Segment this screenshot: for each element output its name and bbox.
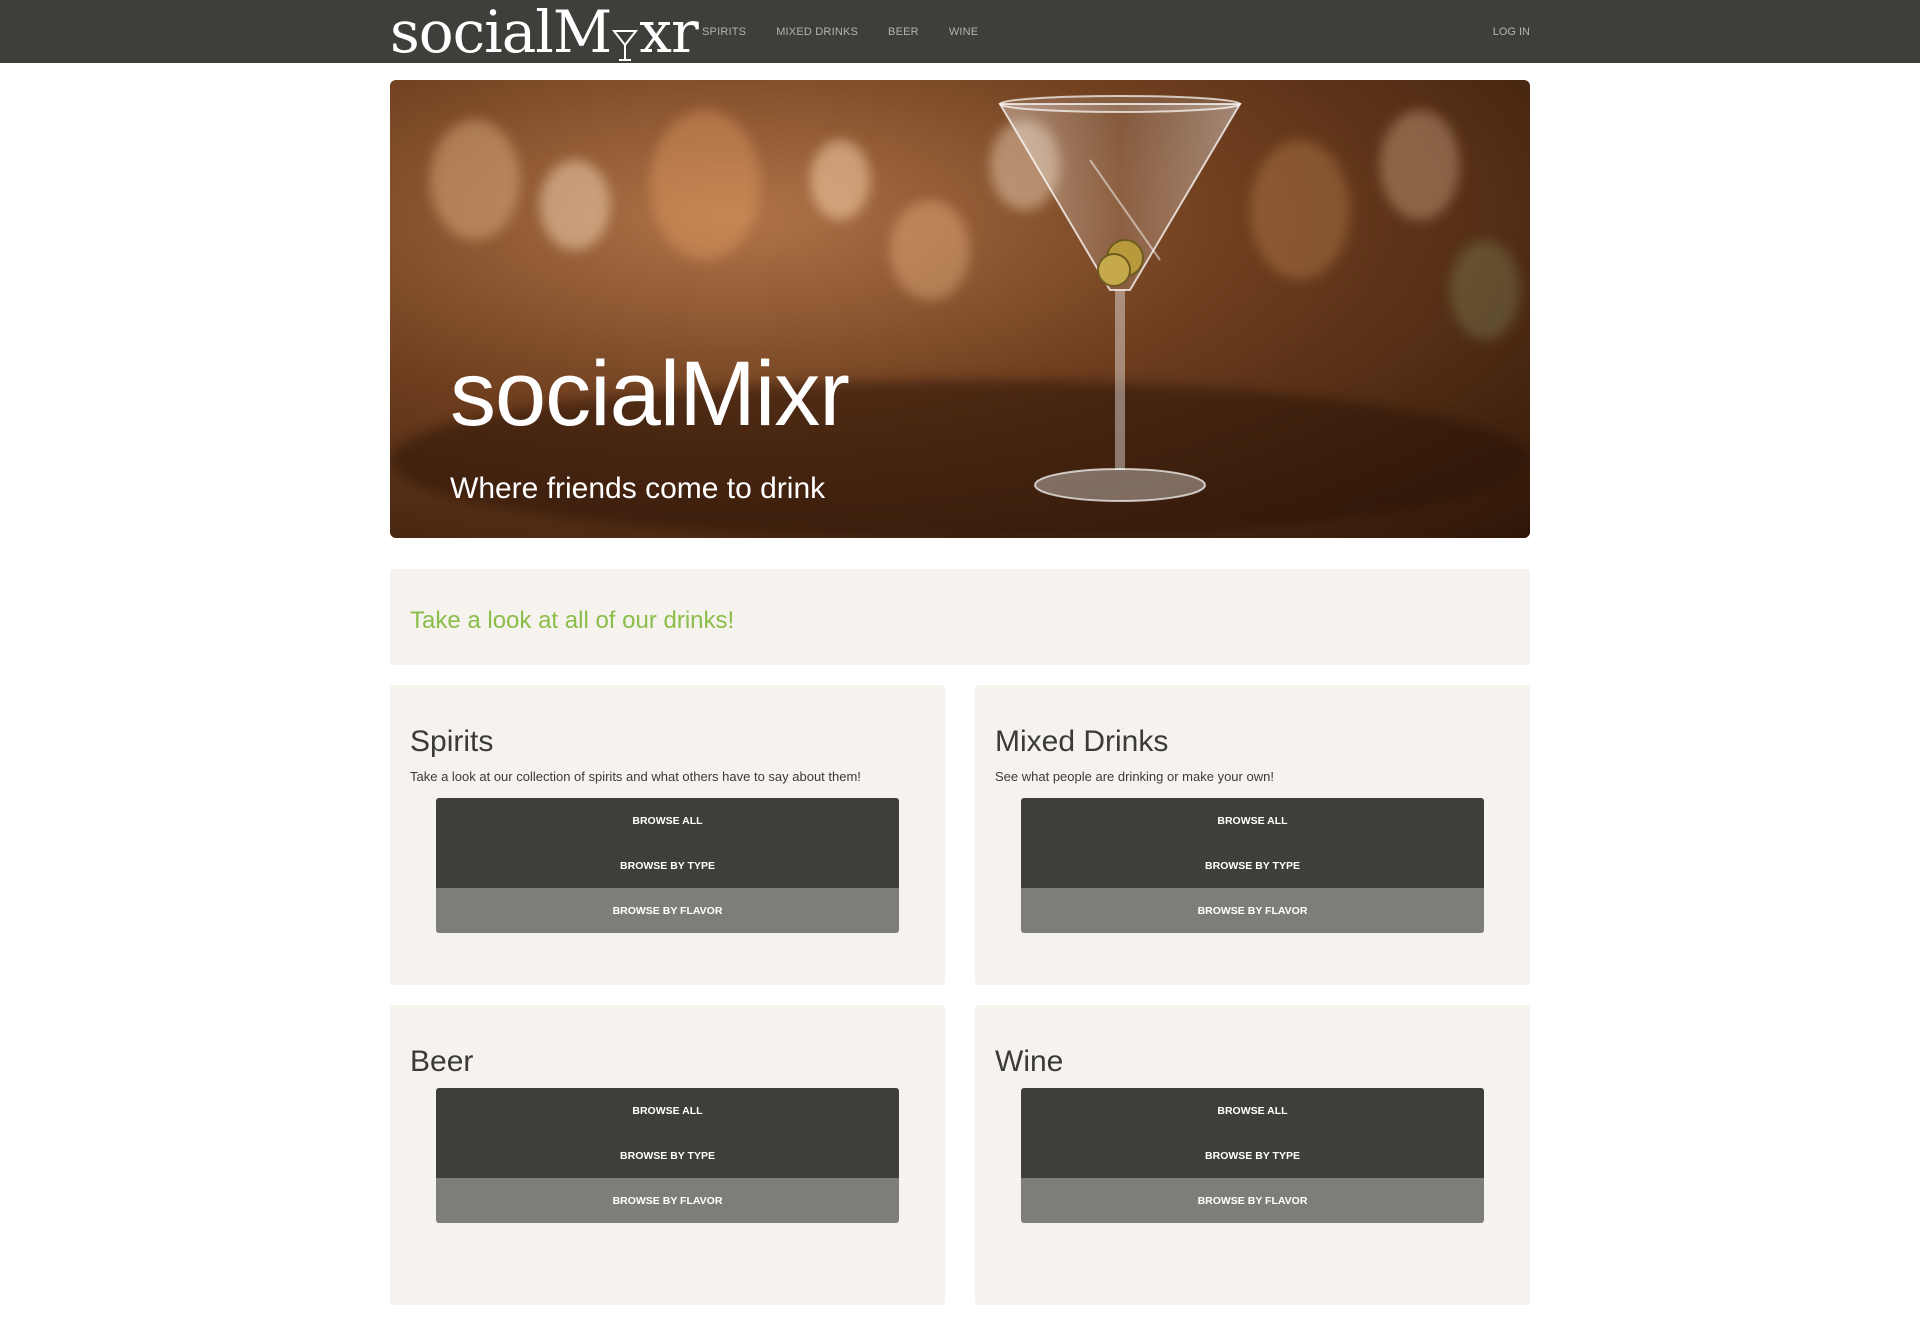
browse-all-button[interactable]: BROWSE ALL — [1021, 1088, 1484, 1133]
top-navbar: social Mxr SPIRITS MIXED DRINKS BEER WINE… — [0, 0, 1920, 63]
browse-button-group: BROWSE ALL BROWSE BY TYPE BROWSE BY FLAV… — [436, 798, 899, 933]
nav-link-mixed-drinks[interactable]: MIXED DRINKS — [776, 26, 858, 38]
brand-text-social: social — [390, 0, 554, 66]
hero-banner: socialMixr Where friends come to drink — [390, 80, 1530, 538]
hero-title: socialMixr — [450, 343, 850, 445]
browse-by-flavor-button[interactable]: BROWSE BY FLAVOR — [1021, 1178, 1484, 1223]
category-card-spirits: Spirits Take a look at our collection of… — [390, 685, 945, 985]
brand-text-m: M — [552, 0, 612, 66]
card-description: See what people are drinking or make you… — [995, 769, 1274, 784]
hero-bokeh — [540, 160, 610, 250]
hero-bokeh — [650, 110, 760, 260]
category-card-wine: Wine BROWSE ALL BROWSE BY TYPE BROWSE BY… — [975, 1005, 1530, 1305]
hero-bokeh — [1450, 240, 1520, 340]
nav-link-beer[interactable]: BEER — [888, 26, 919, 38]
martini-glass-icon — [998, 95, 1242, 502]
hero-bokeh — [1380, 110, 1460, 220]
category-card-mixed-drinks: Mixed Drinks See what people are drinkin… — [975, 685, 1530, 985]
intro-panel: Take a look at all of our drinks! — [390, 569, 1530, 665]
login-link[interactable]: LOG IN — [1493, 0, 1530, 63]
card-title: Spirits — [410, 725, 494, 758]
hero-bokeh — [430, 120, 520, 240]
browse-by-type-button[interactable]: BROWSE BY TYPE — [436, 843, 899, 888]
nav-link-spirits[interactable]: SPIRITS — [702, 26, 746, 38]
hero-bokeh — [810, 140, 870, 220]
intro-text: Take a look at all of our drinks! — [410, 607, 735, 634]
browse-all-button[interactable]: BROWSE ALL — [436, 798, 899, 843]
hero-bokeh — [890, 200, 970, 300]
card-title: Wine — [995, 1045, 1064, 1078]
card-title: Beer — [410, 1045, 474, 1078]
browse-by-type-button[interactable]: BROWSE BY TYPE — [436, 1133, 899, 1178]
category-card-beer: Beer BROWSE ALL BROWSE BY TYPE BROWSE BY… — [390, 1005, 945, 1305]
browse-by-flavor-button[interactable]: BROWSE BY FLAVOR — [1021, 888, 1484, 933]
browse-by-type-button[interactable]: BROWSE BY TYPE — [1021, 843, 1484, 888]
browse-by-flavor-button[interactable]: BROWSE BY FLAVOR — [436, 1178, 899, 1223]
browse-by-flavor-button[interactable]: BROWSE BY FLAVOR — [436, 888, 899, 933]
browse-all-button[interactable]: BROWSE ALL — [1021, 798, 1484, 843]
browse-button-group: BROWSE ALL BROWSE BY TYPE BROWSE BY FLAV… — [436, 1088, 899, 1223]
martini-glass-icon — [612, 16, 639, 61]
brand-text-xr: xr — [639, 0, 698, 66]
hero-bokeh — [1250, 140, 1350, 280]
hero-subtitle: Where friends come to drink — [450, 472, 826, 505]
brand-logo[interactable]: social Mxr — [390, 0, 699, 66]
browse-button-group: BROWSE ALL BROWSE BY TYPE BROWSE BY FLAV… — [1021, 1088, 1484, 1223]
browse-all-button[interactable]: BROWSE ALL — [436, 1088, 899, 1133]
main-nav: SPIRITS MIXED DRINKS BEER WINE — [702, 0, 978, 63]
nav-link-wine[interactable]: WINE — [949, 26, 979, 38]
card-title: Mixed Drinks — [995, 725, 1169, 758]
browse-button-group: BROWSE ALL BROWSE BY TYPE BROWSE BY FLAV… — [1021, 798, 1484, 933]
card-description: Take a look at our collection of spirits… — [410, 769, 861, 784]
browse-by-type-button[interactable]: BROWSE BY TYPE — [1021, 1133, 1484, 1178]
